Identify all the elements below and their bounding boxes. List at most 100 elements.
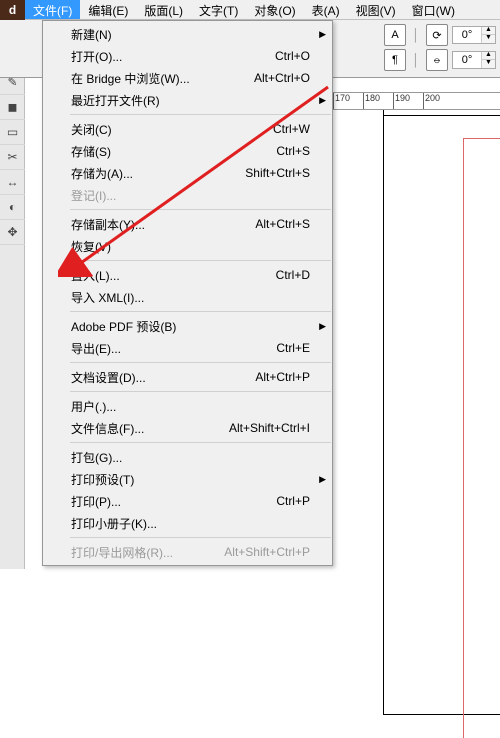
menu-separator: [70, 442, 331, 443]
menu-item-shortcut: Ctrl+E: [276, 341, 310, 355]
menu-item: 登记(I)...: [43, 184, 332, 206]
tool-slot[interactable]: ↔: [0, 170, 25, 195]
menu-item-shortcut: Alt+Ctrl+O: [254, 71, 310, 85]
margin-guide-vertical: [463, 138, 464, 738]
menu-item[interactable]: 关闭(C)Ctrl+W: [43, 118, 332, 140]
ruler-tick: 180: [363, 93, 393, 109]
document-canvas[interactable]: [333, 110, 500, 569]
menu-item-label: 打包(G)...: [71, 449, 310, 466]
menu-item[interactable]: 存储为(A)...Shift+Ctrl+S: [43, 162, 332, 184]
menu-item-shortcut: Alt+Shift+Ctrl+P: [224, 545, 310, 559]
menu-item-label: 存储(S): [71, 143, 276, 160]
menu-item[interactable]: 存储副本(Y)...Alt+Ctrl+S: [43, 213, 332, 235]
file-menu-dropdown: 新建(N) ▶ 打开(O)...Ctrl+O在 Bridge 中浏览(W)...Al…: [42, 20, 333, 566]
menu-item[interactable]: 导入 XML(I)...: [43, 286, 332, 308]
menu-item[interactable]: 恢复(V): [43, 235, 332, 257]
tool-slot[interactable]: ✂: [0, 145, 25, 170]
menu-item-label: 新建(N): [71, 26, 310, 43]
menu-item: 打印/导出网格(R)...Alt+Shift+Ctrl+P: [43, 541, 332, 563]
menu-separator: [70, 311, 331, 312]
page-boundary: [383, 115, 500, 715]
menu-item[interactable]: 版面(L): [136, 0, 191, 19]
menu-item-label: 打印小册子(K)...: [71, 515, 310, 532]
menu-item[interactable]: 文件(F): [25, 0, 80, 19]
menu-item[interactable]: 对象(O): [246, 0, 303, 19]
rotation-angle-value: 0°: [453, 29, 481, 41]
shear-angle-field[interactable]: 0° ▲▼: [452, 51, 496, 69]
menu-item[interactable]: 编辑(E): [80, 0, 136, 19]
para-style-icon[interactable]: ¶: [384, 49, 406, 71]
menu-separator: [70, 391, 331, 392]
menu-item[interactable]: 窗口(W): [404, 0, 463, 19]
menu-item[interactable]: 打开(O)...Ctrl+O: [43, 45, 332, 67]
menu-separator: [70, 114, 331, 115]
menu-separator: [70, 260, 331, 261]
menu-item-label: Adobe PDF 预设(B): [71, 318, 310, 335]
submenu-arrow-icon: ▶: [319, 474, 326, 485]
menu-item[interactable]: 最近打开文件(R)▶: [43, 89, 332, 111]
menu-item-label: 打印(P)...: [71, 493, 276, 510]
menu-item[interactable]: Adobe PDF 预设(B) ▶: [43, 315, 332, 337]
app-logo: d: [0, 0, 25, 20]
shear-angle-value: 0°: [453, 54, 481, 66]
menu-item[interactable]: 表(A): [304, 0, 348, 19]
menu-item-shortcut: Ctrl+W: [273, 122, 310, 136]
menu-item-label: 存储为(A)...: [71, 165, 245, 182]
ruler-tick: 170: [333, 93, 363, 109]
menu-item-label: 文档设置(D)...: [71, 369, 255, 386]
menu-item[interactable]: 打印(P)...Ctrl+P: [43, 490, 332, 512]
menu-item-shortcut: Alt+Shift+Ctrl+I: [229, 421, 310, 435]
char-style-icon[interactable]: A: [384, 24, 406, 46]
margin-guide-horizontal: [463, 138, 500, 139]
menu-item[interactable]: 文档设置(D)...Alt+Ctrl+P: [43, 366, 332, 388]
menu-item[interactable]: 在 Bridge 中浏览(W)...Alt+Ctrl+O: [43, 67, 332, 89]
menu-item[interactable]: 视图(V): [348, 0, 404, 19]
left-tool-strip: ▸ T ✎ ◼ ▭ ✂ ↔ ◐ ✥: [0, 20, 25, 569]
rotation-angle-field[interactable]: 0° ▲▼: [452, 26, 496, 44]
menu-item-shortcut: Ctrl+S: [276, 144, 310, 158]
menu-separator: [70, 537, 331, 538]
menu-item-label: 用户(.)...: [71, 398, 310, 415]
menu-item-shortcut: Ctrl+D: [276, 268, 310, 282]
menu-item[interactable]: 存储(S)Ctrl+S: [43, 140, 332, 162]
ruler-tick: 200: [423, 93, 453, 109]
tool-slot[interactable]: ✥: [0, 220, 25, 245]
rotate-icon[interactable]: ⟳: [426, 24, 448, 46]
tool-slot[interactable]: ▭: [0, 120, 25, 145]
menu-item[interactable]: 文字(T): [191, 0, 246, 19]
tool-slot[interactable]: ◐: [0, 195, 25, 220]
menu-item[interactable]: 打包(G)...: [43, 446, 332, 468]
submenu-arrow-icon: ▶: [319, 95, 326, 106]
menu-item[interactable]: 导出(E)...Ctrl+E: [43, 337, 332, 359]
menu-item[interactable]: 文件信息(F)...Alt+Shift+Ctrl+I: [43, 417, 332, 439]
menu-item-shortcut: Ctrl+P: [276, 494, 310, 508]
ruler-tick: 190: [393, 93, 423, 109]
menu-item[interactable]: 新建(N) ▶: [43, 23, 332, 45]
separator-icon: │: [410, 24, 422, 46]
menu-item-label: 文件信息(F)...: [71, 420, 229, 437]
menu-item-shortcut: Shift+Ctrl+S: [245, 166, 310, 180]
menu-item-label: 打印预设(T): [71, 471, 310, 488]
menu-item-label: 打开(O)...: [71, 48, 275, 65]
menu-item-shortcut: Alt+Ctrl+P: [255, 370, 310, 384]
menu-item-label: 关闭(C): [71, 121, 273, 138]
submenu-arrow-icon: ▶: [319, 321, 326, 332]
menu-item-label: 置入(L)...: [71, 267, 276, 284]
horizontal-ruler: 170180190200: [333, 92, 500, 110]
menu-item-shortcut: Alt+Ctrl+S: [255, 217, 310, 231]
separator-icon: │: [410, 49, 422, 71]
menu-item[interactable]: 用户(.)...: [43, 395, 332, 417]
menu-item-label: 恢复(V): [71, 238, 310, 255]
menu-item[interactable]: 打印小册子(K)...: [43, 512, 332, 534]
menu-separator: [70, 209, 331, 210]
menubar: 文件(F)编辑(E)版面(L)文字(T)对象(O)表(A)视图(V)窗口(W): [0, 0, 500, 20]
submenu-arrow-icon: ▶: [319, 29, 326, 40]
menu-item[interactable]: 打印预设(T) ▶: [43, 468, 332, 490]
menu-item[interactable]: 置入(L)...Ctrl+D: [43, 264, 332, 286]
menu-item-label: 打印/导出网格(R)...: [71, 544, 224, 561]
shear-icon[interactable]: ⦵: [426, 49, 448, 71]
menu-item-label: 导出(E)...: [71, 340, 276, 357]
menu-item-label: 导入 XML(I)...: [71, 289, 310, 306]
tool-slot[interactable]: ◼: [0, 95, 25, 120]
menu-separator: [70, 362, 331, 363]
